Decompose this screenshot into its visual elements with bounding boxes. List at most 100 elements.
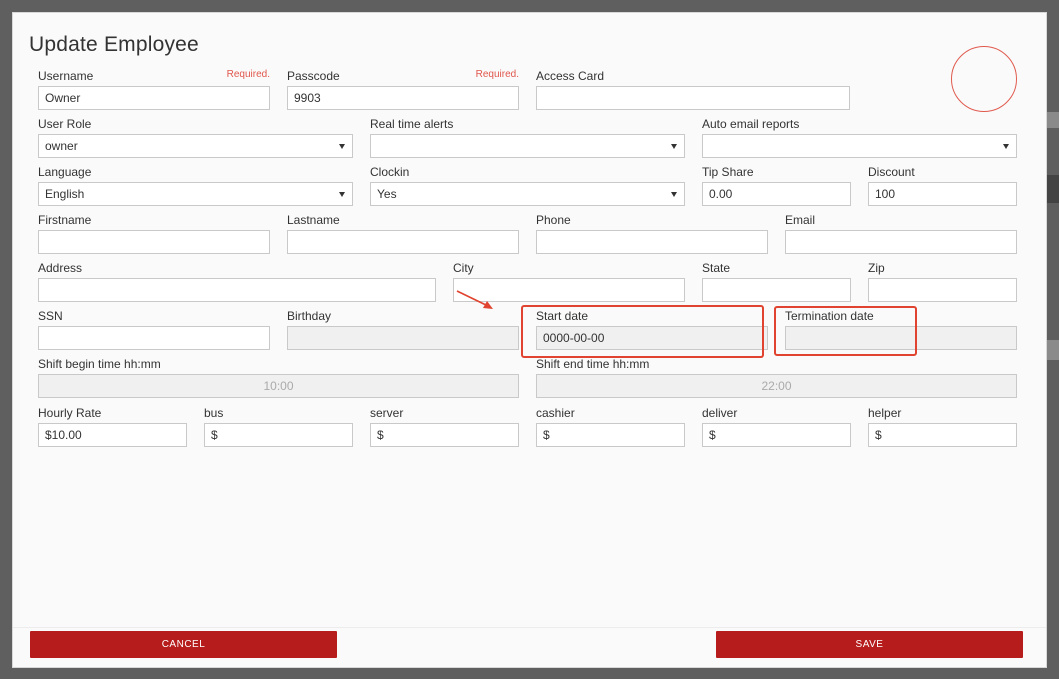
cancel-button[interactable]: CANCEL xyxy=(30,631,337,658)
user-role-value: owner xyxy=(45,139,78,153)
state-label: State xyxy=(702,261,731,275)
username-input[interactable]: Owner xyxy=(38,86,270,110)
phone-label: Phone xyxy=(536,213,571,227)
hourly-rate-input[interactable]: $10.00 xyxy=(38,423,187,447)
footer-divider xyxy=(13,627,1046,628)
shift-begin-group: Shift begin time hh:mm 10:00 xyxy=(38,357,519,399)
birthday-input[interactable] xyxy=(287,326,519,350)
discount-label: Discount xyxy=(868,165,915,179)
server-rate-input[interactable]: $ xyxy=(370,423,519,447)
user-role-label: User Role xyxy=(38,117,92,131)
zip-group: Zip xyxy=(868,261,1017,303)
auto-email-reports-select[interactable] xyxy=(702,134,1017,158)
discount-input[interactable]: 100 xyxy=(868,182,1017,206)
username-required: Required. xyxy=(226,69,270,80)
cashier-rate-input[interactable]: $ xyxy=(536,423,685,447)
chevron-down-icon xyxy=(1003,144,1009,149)
user-role-group: User Role owner xyxy=(38,117,353,159)
access-card-label: Access Card xyxy=(536,69,605,83)
update-employee-dialog: Update Employee Username Required. Owner… xyxy=(12,12,1047,668)
chevron-down-icon xyxy=(671,144,677,149)
backdrop-stripe xyxy=(1047,340,1059,360)
auto-email-reports-label: Auto email reports xyxy=(702,117,800,131)
shift-begin-input[interactable]: 10:00 xyxy=(38,374,519,398)
city-label: City xyxy=(453,261,474,275)
passcode-input[interactable]: 9903 xyxy=(287,86,519,110)
backdrop-stripe xyxy=(1047,175,1059,203)
backdrop-stripe xyxy=(1047,112,1059,128)
clockin-value: Yes xyxy=(377,187,397,201)
language-select[interactable]: English xyxy=(38,182,353,206)
lastname-group: Lastname xyxy=(287,213,519,255)
address-label: Address xyxy=(38,261,83,275)
dialog-title: Update Employee xyxy=(29,33,199,56)
shift-end-label: Shift end time hh:mm xyxy=(536,357,650,371)
start-date-highlight xyxy=(521,305,764,358)
helper-rate-group: helper $ xyxy=(868,406,1017,448)
username-group: Username Required. Owner xyxy=(38,69,270,111)
birthday-group: Birthday xyxy=(287,309,519,351)
firstname-input[interactable] xyxy=(38,230,270,254)
birthday-label: Birthday xyxy=(287,309,332,323)
zip-label: Zip xyxy=(868,261,885,275)
bus-rate-input[interactable]: $ xyxy=(204,423,353,447)
clockin-select[interactable]: Yes xyxy=(370,182,685,206)
ssn-label: SSN xyxy=(38,309,63,323)
hourly-rate-label: Hourly Rate xyxy=(38,406,102,420)
shift-end-input[interactable]: 22:00 xyxy=(536,374,1017,398)
chevron-down-icon xyxy=(339,192,345,197)
lastname-label: Lastname xyxy=(287,213,340,227)
firstname-label: Firstname xyxy=(38,213,92,227)
bus-rate-label: bus xyxy=(204,406,224,420)
discount-group: Discount 100 xyxy=(868,165,1017,207)
ssn-input[interactable] xyxy=(38,326,270,350)
lastname-input[interactable] xyxy=(287,230,519,254)
email-label: Email xyxy=(785,213,816,227)
server-rate-label: server xyxy=(370,406,404,420)
auto-email-reports-group: Auto email reports xyxy=(702,117,1017,159)
helper-rate-label: helper xyxy=(868,406,902,420)
chevron-down-icon xyxy=(671,192,677,197)
access-card-group: Access Card xyxy=(536,69,850,111)
user-role-select[interactable]: owner xyxy=(38,134,353,158)
ssn-group: SSN xyxy=(38,309,270,351)
tip-share-label: Tip Share xyxy=(702,165,754,179)
termination-date-highlight xyxy=(774,306,917,356)
state-group: State xyxy=(702,261,851,303)
deliver-rate-input[interactable]: $ xyxy=(702,423,851,447)
shift-end-group: Shift end time hh:mm 22:00 xyxy=(536,357,1017,399)
state-input[interactable] xyxy=(702,278,851,302)
helper-rate-input: $ xyxy=(868,423,1017,447)
access-card-input[interactable] xyxy=(536,86,850,110)
language-value: English xyxy=(45,187,85,201)
real-time-alerts-label: Real time alerts xyxy=(370,117,454,131)
email-group: Email xyxy=(785,213,1017,255)
tip-share-group: Tip Share 0.00 xyxy=(702,165,851,207)
phone-input[interactable] xyxy=(536,230,768,254)
cashier-rate-label: cashier xyxy=(536,406,575,420)
phone-group: Phone xyxy=(536,213,768,255)
cashier-rate-group: cashier $ xyxy=(536,406,685,448)
hourly-rate-group: Hourly Rate $10.00 xyxy=(38,406,187,448)
bus-rate-group: bus $ xyxy=(204,406,353,448)
zip-input[interactable] xyxy=(868,278,1017,302)
username-label: Username xyxy=(38,69,94,83)
address-group: Address xyxy=(38,261,436,303)
language-group: Language English xyxy=(38,165,353,207)
real-time-alerts-group: Real time alerts xyxy=(370,117,685,159)
real-time-alerts-select[interactable] xyxy=(370,134,685,158)
deliver-rate-label: deliver xyxy=(702,406,738,420)
deliver-rate-group: deliver $ xyxy=(702,406,851,448)
save-button[interactable]: SAVE xyxy=(716,631,1023,658)
chevron-down-icon xyxy=(339,144,345,149)
tip-share-input[interactable]: 0.00 xyxy=(702,182,851,206)
passcode-required: Required. xyxy=(475,69,519,80)
firstname-group: Firstname xyxy=(38,213,270,255)
avatar-upload[interactable] xyxy=(951,46,1017,112)
clockin-group: Clockin Yes xyxy=(370,165,685,207)
language-label: Language xyxy=(38,165,92,179)
passcode-label: Passcode xyxy=(287,69,340,83)
address-input[interactable] xyxy=(38,278,436,302)
email-input[interactable] xyxy=(785,230,1017,254)
clockin-label: Clockin xyxy=(370,165,410,179)
